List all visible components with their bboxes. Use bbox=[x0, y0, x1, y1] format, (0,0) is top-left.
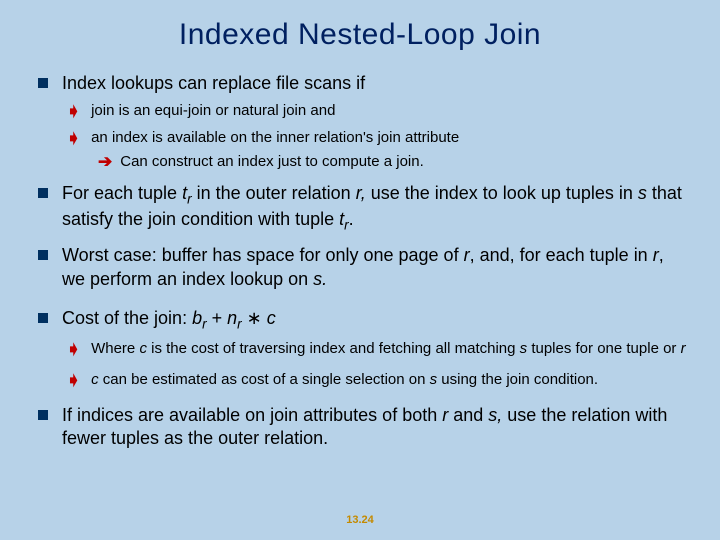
slide-title: Indexed Nested-Loop Join bbox=[0, 0, 720, 62]
bullet-4a: ➧ Where c is the cost of traversing inde… bbox=[66, 339, 690, 359]
text: + bbox=[207, 308, 228, 328]
var-s: s, bbox=[488, 405, 502, 425]
text: . bbox=[349, 209, 354, 229]
var-s: s. bbox=[313, 269, 327, 289]
bullet-5: If indices are available on join attribu… bbox=[38, 404, 690, 451]
text: use the index to look up tuples in bbox=[366, 183, 638, 203]
bullet-4b-text: c can be estimated as cost of a single s… bbox=[91, 370, 690, 390]
var-r: r, bbox=[356, 183, 366, 203]
var-b: b bbox=[192, 308, 202, 328]
slide-body: Index lookups can replace file scans if … bbox=[0, 72, 720, 451]
bullet-1b1-text: Can construct an index just to compute a… bbox=[120, 152, 690, 172]
bullet-1-text: Index lookups can replace file scans if bbox=[62, 72, 690, 95]
text: , and, for each tuple in bbox=[470, 245, 653, 265]
text: Where bbox=[91, 340, 139, 357]
var-c: c bbox=[267, 308, 276, 328]
bullet-1a-text: join is an equi-join or natural join and bbox=[91, 101, 690, 121]
text: Cost of the join: bbox=[62, 308, 192, 328]
bullet-2: For each tuple tr in the outer relation … bbox=[38, 182, 690, 234]
text: Worst case: buffer has space for only on… bbox=[62, 245, 464, 265]
bullet-1: Index lookups can replace file scans if bbox=[38, 72, 690, 95]
var-s: s bbox=[638, 183, 647, 203]
bullet-4b: ➧ c can be estimated as cost of a single… bbox=[66, 370, 690, 390]
text: If indices are available on join attribu… bbox=[62, 405, 442, 425]
bullet-2-text: For each tuple tr in the outer relation … bbox=[62, 182, 690, 234]
text: For each tuple bbox=[62, 183, 182, 203]
bullet-1b: ➧ an index is available on the inner rel… bbox=[66, 128, 690, 148]
bullet-1b-text: an index is available on the inner relat… bbox=[91, 128, 690, 148]
slide-number: 13.24 bbox=[0, 514, 720, 526]
arrow-down-icon: ➧ bbox=[66, 371, 81, 390]
var-s: s bbox=[430, 371, 438, 388]
square-bullet-icon bbox=[38, 313, 48, 323]
bullet-1a: ➧ join is an equi-join or natural join a… bbox=[66, 101, 690, 121]
bullet-3-text: Worst case: buffer has space for only on… bbox=[62, 244, 690, 291]
text: is the cost of traversing index and fetc… bbox=[147, 340, 520, 357]
bullet-4-text: Cost of the join: br + nr ∗ c bbox=[62, 307, 690, 333]
text: tuples for one tuple or bbox=[527, 340, 680, 357]
square-bullet-icon bbox=[38, 410, 48, 420]
bullet-4: Cost of the join: br + nr ∗ c bbox=[38, 307, 690, 333]
var-n: n bbox=[227, 308, 237, 328]
var-r: r bbox=[681, 340, 686, 357]
arrow-down-icon: ➧ bbox=[66, 129, 81, 148]
square-bullet-icon bbox=[38, 78, 48, 88]
bullet-3: Worst case: buffer has space for only on… bbox=[38, 244, 690, 291]
square-bullet-icon bbox=[38, 250, 48, 260]
arrow-right-icon: ➔ bbox=[98, 153, 112, 172]
text: in the outer relation bbox=[192, 183, 356, 203]
text: ∗ bbox=[242, 308, 267, 328]
arrow-down-icon: ➧ bbox=[66, 102, 81, 121]
bullet-4a-text: Where c is the cost of traversing index … bbox=[91, 339, 690, 359]
bullet-1b1: ➔ Can construct an index just to compute… bbox=[98, 152, 690, 172]
square-bullet-icon bbox=[38, 188, 48, 198]
var-c: c bbox=[139, 340, 147, 357]
text: and bbox=[448, 405, 488, 425]
text: using the join condition. bbox=[437, 371, 598, 388]
bullet-5-text: If indices are available on join attribu… bbox=[62, 404, 690, 451]
arrow-down-icon: ➧ bbox=[66, 340, 81, 359]
text: can be estimated as cost of a single sel… bbox=[99, 371, 430, 388]
var-c: c bbox=[91, 371, 99, 388]
